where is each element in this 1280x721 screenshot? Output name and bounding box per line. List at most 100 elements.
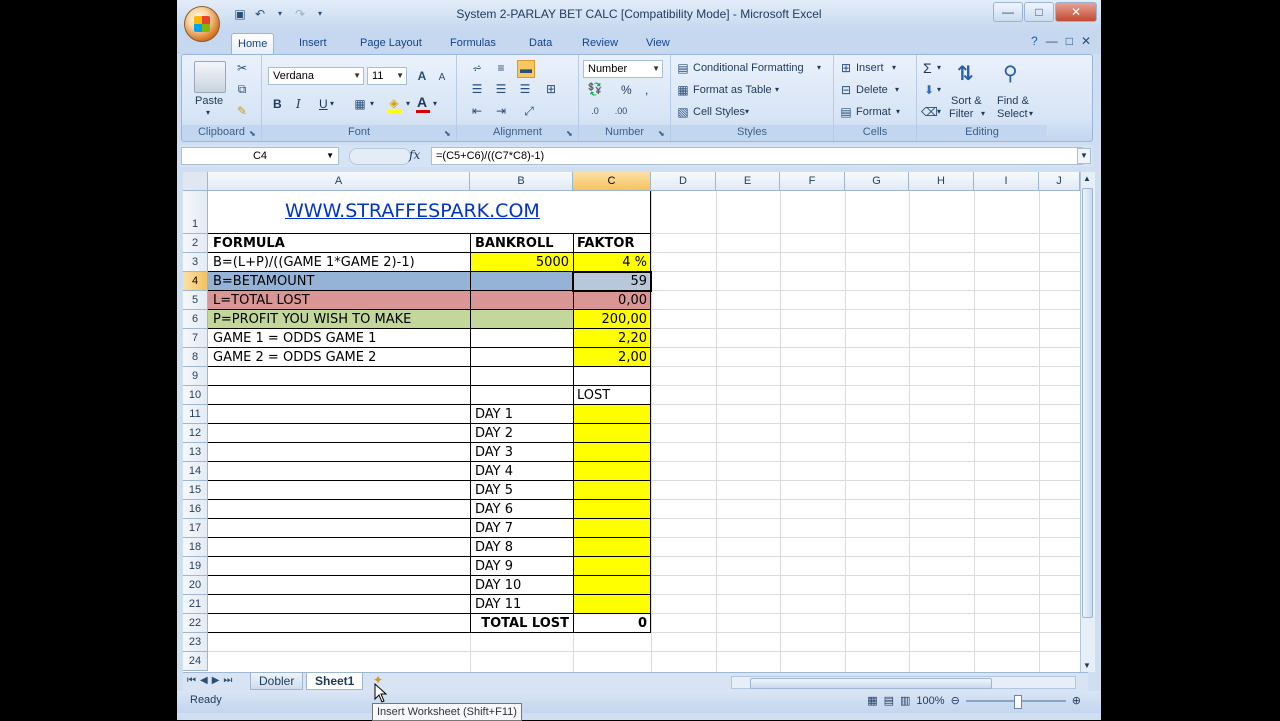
accounting-format-icon[interactable]: 💱 (587, 81, 603, 97)
paste-dropdown-icon[interactable]: ▾ (206, 108, 210, 117)
tab-review[interactable]: Review (576, 33, 624, 53)
insert-function-button[interactable]: fx (409, 148, 420, 162)
format-dropdown-icon[interactable]: ▾ (896, 107, 900, 116)
cell-a7[interactable]: GAME 1 = ODDS GAME 1 (211, 329, 378, 348)
format-as-table-button[interactable]: Format as Table (693, 84, 772, 96)
day-label[interactable]: DAY 8 (473, 538, 515, 557)
row-header-9[interactable]: 9 (183, 367, 208, 386)
page-break-view-icon[interactable]: ▥ (900, 694, 910, 707)
zoom-out-icon[interactable]: ⊖ (951, 694, 960, 707)
clear-icon[interactable]: ⌫ (921, 104, 938, 120)
cell-c6[interactable]: 200,00 (573, 310, 651, 329)
tab-formulas[interactable]: Formulas (444, 33, 502, 53)
day-label[interactable]: DAY 1 (473, 405, 515, 424)
insert-dropdown-icon[interactable]: ▾ (892, 63, 896, 72)
horizontal-scrollbar[interactable] (731, 676, 1076, 689)
center-icon[interactable]: ☰ (493, 81, 509, 97)
sort-filter-label-2[interactable]: Filter (949, 108, 973, 120)
cell-c8[interactable]: 2,00 (573, 348, 651, 367)
row-header-16[interactable]: 16 (183, 500, 208, 519)
format-painter-icon[interactable]: ✎ (234, 103, 250, 119)
underline-button[interactable]: U (319, 97, 328, 111)
cell-c10[interactable]: LOST (575, 386, 612, 405)
conditional-formatting-icon[interactable]: ▤ (675, 60, 691, 76)
font-size-select[interactable]: 11 ▼ (367, 67, 407, 85)
day-label[interactable]: DAY 4 (473, 462, 515, 481)
font-name-select[interactable]: Verdana ▼ (268, 67, 364, 85)
find-select-label-2[interactable]: Select (997, 108, 1028, 120)
zoom-slider-knob[interactable] (1013, 694, 1022, 709)
cell-styles-icon[interactable]: ▧ (675, 104, 691, 120)
column-header-h[interactable]: H (909, 172, 974, 191)
column-header-c[interactable]: C (573, 172, 651, 191)
minimize-button[interactable]: — (993, 2, 1023, 22)
sheet-tab-dobler[interactable]: Dobler (250, 673, 304, 690)
prev-sheet-icon[interactable]: ◀ (200, 675, 208, 686)
delete-cells-icon[interactable]: ⊟ (838, 82, 854, 98)
cut-icon[interactable]: ✂ (234, 60, 250, 76)
underline-dropdown-icon[interactable]: ▾ (330, 99, 334, 108)
autosum-icon[interactable]: Σ (923, 60, 932, 76)
row-header-22[interactable]: 22 (183, 614, 208, 633)
borders-dropdown-icon[interactable]: ▾ (370, 99, 374, 108)
column-header-b[interactable]: B (470, 172, 573, 191)
format-cells-icon[interactable]: ▤ (838, 104, 854, 120)
find-select-icon[interactable]: ⚲ (1003, 61, 1018, 86)
cell-styles-button[interactable]: Cell Styles (693, 106, 745, 118)
column-header-i[interactable]: I (974, 172, 1039, 191)
vertical-scroll-thumb[interactable] (1082, 188, 1093, 618)
row-header-10[interactable]: 10 (183, 386, 208, 405)
cell-a4[interactable]: B=BETAMOUNT (211, 272, 316, 291)
name-box-dropdown-icon[interactable]: ▼ (326, 148, 334, 164)
row-header-23[interactable]: 23 (183, 633, 208, 652)
row-header-5[interactable]: 5 (183, 291, 208, 310)
row-header-13[interactable]: 13 (183, 443, 208, 462)
align-left-icon[interactable]: ☰ (469, 81, 485, 97)
cell-a5[interactable]: L=TOTAL LOST (211, 291, 312, 310)
expand-formula-bar-icon[interactable]: ▼ (1077, 148, 1091, 164)
font-launcher-icon[interactable]: ⬊ (444, 129, 453, 138)
cell-styles-dropdown-icon[interactable]: ▾ (745, 107, 749, 116)
help-icon[interactable]: ? (1031, 34, 1038, 48)
decrease-indent-icon[interactable]: ⇤ (469, 103, 485, 119)
tab-page-layout[interactable]: Page Layout (354, 33, 428, 53)
decrease-decimal-icon[interactable]: .00 (613, 103, 629, 119)
cell-c22-total-lost-value[interactable]: 0 (573, 614, 651, 633)
cell-c2[interactable]: FAKTOR (575, 234, 636, 253)
scroll-up-icon[interactable]: ▲ (1083, 174, 1091, 183)
doc-minimize-icon[interactable]: — (1046, 34, 1058, 48)
merge-center-icon[interactable]: ⊞ (543, 81, 559, 97)
column-header-d[interactable]: D (651, 172, 716, 191)
autosum-dropdown-icon[interactable]: ▾ (937, 63, 941, 72)
select-all-corner[interactable] (183, 172, 208, 191)
row-header-19[interactable]: 19 (183, 557, 208, 576)
grow-font-icon[interactable]: A (414, 68, 430, 84)
find-select-label-1[interactable]: Find & (997, 95, 1029, 107)
conditional-dropdown-icon[interactable]: ▾ (817, 63, 821, 72)
column-header-j[interactable]: J (1039, 172, 1080, 191)
row-header-20[interactable]: 20 (183, 576, 208, 595)
number-launcher-icon[interactable]: ⬊ (658, 129, 667, 138)
cell-a3[interactable]: B=(L+P)/((GAME 1*GAME 2)-1) (211, 253, 417, 272)
office-button[interactable] (184, 6, 220, 42)
comma-style-icon[interactable]: , (645, 83, 648, 97)
format-as-table-icon[interactable]: ▦ (675, 82, 691, 98)
sort-filter-label-1[interactable]: Sort & (951, 95, 982, 107)
cell-c7[interactable]: 2,20 (573, 329, 651, 348)
last-sheet-icon[interactable]: ⏭ (223, 675, 232, 686)
tab-data[interactable]: Data (523, 33, 558, 53)
cell-c4[interactable]: 59 (573, 272, 651, 291)
font-color-dropdown-icon[interactable]: ▾ (433, 99, 437, 108)
doc-close-icon[interactable]: ✕ (1081, 34, 1091, 48)
day-label[interactable]: DAY 3 (473, 443, 515, 462)
fill-color-icon[interactable]: ◈ (386, 95, 402, 111)
row-header-15[interactable]: 15 (183, 481, 208, 500)
column-header-f[interactable]: F (780, 172, 845, 191)
increase-decimal-icon[interactable]: .0 (587, 103, 603, 119)
number-format-select[interactable]: Number ▼ (583, 60, 663, 78)
shrink-font-icon[interactable]: A (434, 70, 450, 86)
row-header-12[interactable]: 12 (183, 424, 208, 443)
bold-button[interactable]: B (273, 97, 282, 111)
row-header-8[interactable]: 8 (183, 348, 208, 367)
alignment-launcher-icon[interactable]: ⬊ (566, 129, 575, 138)
